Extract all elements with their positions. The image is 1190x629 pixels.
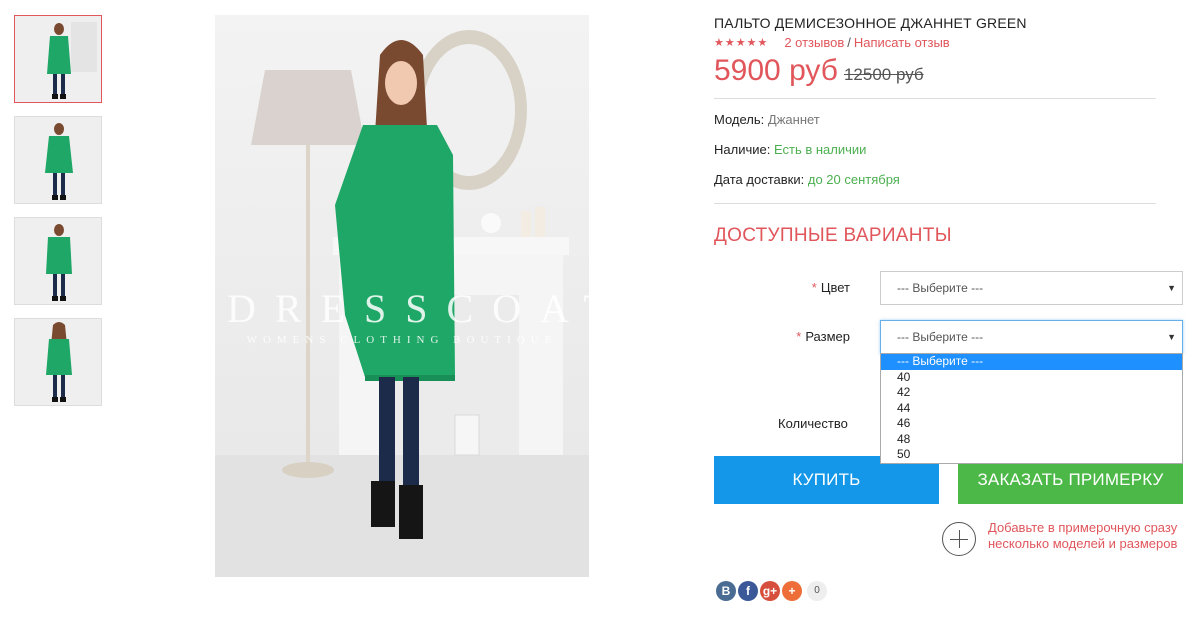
required-mark: * <box>796 329 802 344</box>
product-title: ПАЛЬТО ДЕМИСЕЗОННОЕ ДЖАННЕТ GREEN <box>714 15 1027 31</box>
thumbnail-image <box>15 218 101 304</box>
reviews-link[interactable]: 2 отзывов <box>784 35 844 50</box>
fitting-promo: Добавьте в примерочную сразу несколько м… <box>942 520 1182 556</box>
thumbnail-image <box>15 16 101 102</box>
required-mark: * <box>811 280 817 295</box>
share-bar: B f g+ + 0 <box>716 581 827 601</box>
size-option[interactable]: 48 <box>881 432 1182 448</box>
delivery-label: Дата доставки: <box>714 172 805 187</box>
color-select-value: --- Выберите --- <box>897 281 984 295</box>
size-option-row: * Размер --- Выберите --- ▼ <box>714 320 1184 354</box>
price-row: 5900 руб 12500 руб <box>714 54 1184 88</box>
size-label: * Размер <box>796 329 850 344</box>
delivery-value: до 20 сентября <box>807 172 900 187</box>
quantity-label: Количество <box>778 416 848 431</box>
chevron-down-icon: ▼ <box>1167 332 1176 342</box>
size-option[interactable]: 42 <box>881 385 1182 401</box>
thumbnail-side[interactable] <box>14 116 102 204</box>
model-value: Джаннет <box>767 112 820 127</box>
size-option[interactable]: 44 <box>881 401 1182 417</box>
model-row: Модель: Джаннет <box>714 112 1184 127</box>
share-count: 0 <box>807 581 827 601</box>
color-label: * Цвет <box>812 280 850 295</box>
variants-title: ДОСТУПНЫЕ ВАРИАНТЫ <box>714 225 952 246</box>
divider <box>714 203 1156 204</box>
stock-value: Есть в наличии <box>773 142 867 157</box>
old-price: 12500 руб <box>843 65 924 84</box>
facebook-share-icon[interactable]: f <box>738 581 758 601</box>
thumbnail-front[interactable] <box>14 15 102 103</box>
stock-row: Наличие: Есть в наличии <box>714 142 1184 157</box>
size-dropdown-list: --- Выберите --- 40 42 44 46 48 50 <box>880 353 1183 464</box>
google-plus-share-icon[interactable]: g+ <box>760 581 780 601</box>
model-label: Модель: <box>714 112 765 127</box>
size-option[interactable]: 50 <box>881 447 1182 463</box>
thumbnail-three-quarter[interactable] <box>14 217 102 305</box>
fitting-promo-text: Добавьте в примерочную сразу несколько м… <box>988 520 1178 551</box>
star-rating-icon: ★★★★★ <box>714 37 769 49</box>
thumbnail-back[interactable] <box>14 318 102 406</box>
thumbnail-list <box>14 15 102 419</box>
thumbnail-image <box>15 117 101 203</box>
chevron-down-icon: ▼ <box>1167 283 1176 293</box>
size-option[interactable]: 46 <box>881 416 1182 432</box>
size-option[interactable]: --- Выберите --- <box>881 354 1182 370</box>
product-info: ПАЛЬТО ДЕМИСЕЗОННОЕ ДЖАННЕТ GREEN ★★★★★ … <box>714 15 1184 354</box>
stock-label: Наличие: <box>714 142 771 157</box>
divider <box>714 98 1156 99</box>
color-option-row: * Цвет --- Выберите --- ▼ <box>714 271 1184 305</box>
more-share-icon[interactable]: + <box>782 581 802 601</box>
write-review-link[interactable]: Написать отзыв <box>854 35 950 50</box>
size-label-text: Размер <box>805 329 850 344</box>
color-select[interactable]: --- Выберите --- ▼ <box>880 271 1183 305</box>
reviews-separator: / <box>847 35 851 50</box>
size-option[interactable]: 40 <box>881 370 1182 386</box>
vk-share-icon[interactable]: B <box>716 581 736 601</box>
color-label-text: Цвет <box>820 280 850 295</box>
thumbnail-image <box>15 319 101 405</box>
add-to-fitting-icon[interactable] <box>942 522 976 556</box>
size-select-value: --- Выберите --- <box>897 330 984 344</box>
product-photo <box>215 15 589 577</box>
delivery-row: Дата доставки: до 20 сентября <box>714 172 1184 187</box>
rating-row: ★★★★★ 2 отзывов / Написать отзыв <box>714 35 1184 50</box>
size-select[interactable]: --- Выберите --- ▼ <box>880 320 1183 354</box>
current-price: 5900 руб <box>714 54 838 87</box>
main-product-image[interactable]: DRESSCOAT WOMENS CLOTHING BOUTIQUE <box>215 15 589 577</box>
